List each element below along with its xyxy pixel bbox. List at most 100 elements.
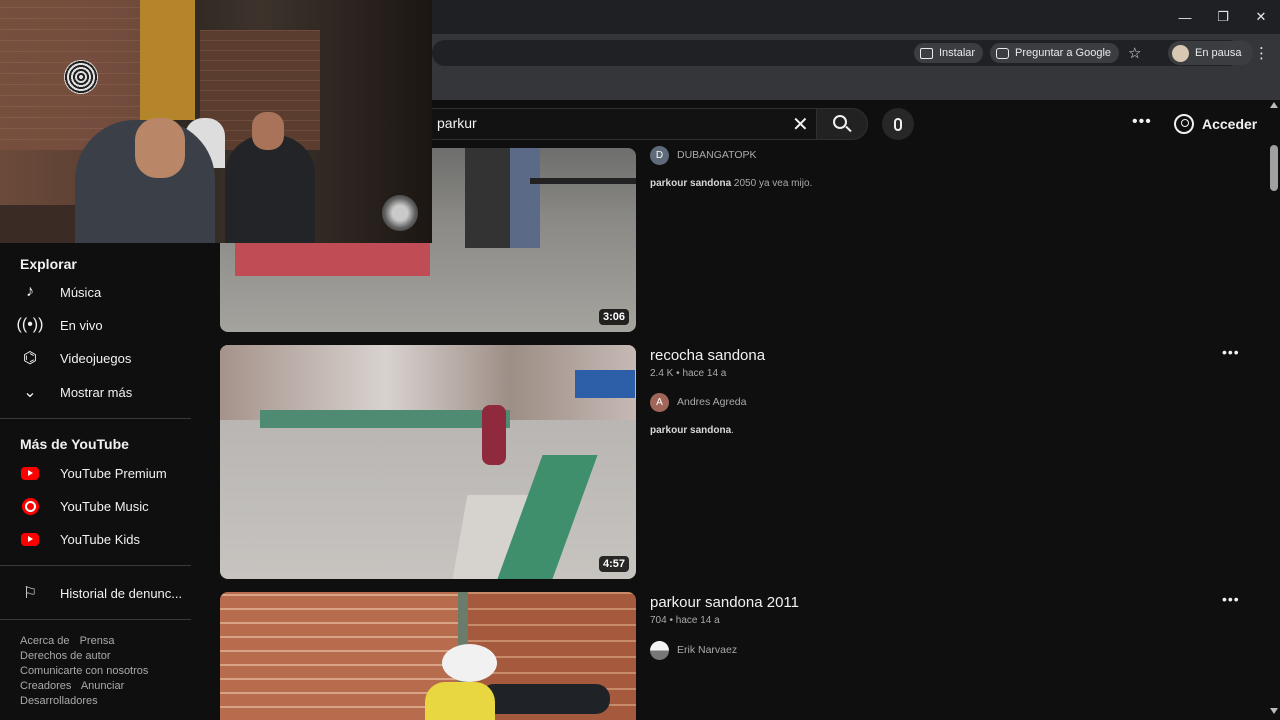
explore-title: Explorar [20, 256, 77, 272]
page-scrollbar[interactable] [1268, 100, 1280, 720]
video-more-options-icon[interactable]: ••• [1222, 591, 1240, 607]
view-count: 704 [650, 615, 667, 626]
channel-name: Erik Narvaez [677, 644, 738, 656]
channel-link[interactable]: D DUBANGATOPK [650, 145, 757, 165]
lens-icon [996, 47, 1009, 59]
sidebar-item-gaming[interactable]: ⌬ Videojuegos [0, 342, 200, 374]
sidebar-item-show-more[interactable]: ⌄ Mostrar más [0, 376, 200, 408]
sidebar-item-label: YouTube Kids [60, 531, 140, 547]
music-note-icon: ♪ [26, 283, 34, 300]
gamepad-icon: ⌬ [23, 350, 37, 367]
video-description: parkour sandona 2050 ya vea mijo. [650, 178, 812, 189]
more-youtube-title: Más de YouTube [20, 436, 129, 452]
description-highlight: parkour sandona [650, 425, 732, 436]
bookmark-star-icon[interactable]: ☆ [1128, 44, 1141, 62]
channel-avatar: A [650, 392, 669, 412]
footer-link-about[interactable]: Acerca de [20, 635, 70, 647]
search-query-text[interactable]: parkur [437, 115, 477, 131]
address-bar[interactable] [432, 40, 1242, 66]
sidebar-item-label: Mostrar más [60, 384, 133, 400]
webcam-overlay [0, 0, 432, 243]
search-icon [833, 115, 852, 133]
channel-avatar: D [650, 145, 669, 165]
scroll-down-arrow-icon[interactable] [1270, 708, 1278, 714]
search-button[interactable] [816, 108, 868, 140]
video-meta: 2.4 K • hace 14 a [650, 368, 726, 379]
profile-avatar [1172, 44, 1189, 62]
channel-name: DUBANGATOPK [677, 149, 757, 161]
browser-menu-icon[interactable]: ⋮ [1254, 44, 1269, 62]
footer-link-creators[interactable]: Creadores [20, 680, 71, 692]
microphone-icon [894, 117, 902, 131]
close-window-button[interactable]: ✕ [1242, 0, 1280, 34]
youtube-kids-icon [20, 529, 40, 549]
install-label: Instalar [939, 47, 976, 59]
video-duration: 4:57 [598, 556, 629, 572]
sidebar-divider [0, 565, 191, 566]
channel-link[interactable]: A Andres Agreda [650, 392, 746, 412]
settings-more-icon[interactable]: ••• [1132, 113, 1152, 131]
ask-google-chip[interactable]: Preguntar a Google [990, 43, 1120, 63]
video-duration: 3:06 [598, 309, 629, 325]
profile-status: En pausa [1195, 47, 1242, 59]
sidebar-divider [0, 619, 191, 620]
video-thumbnail[interactable] [220, 592, 636, 720]
footer-link-advertise[interactable]: Anunciar [81, 680, 124, 692]
sidebar-item-label: YouTube Premium [60, 465, 167, 481]
channel-name: Andres Agreda [677, 396, 747, 408]
upload-age: hace 14 a [682, 368, 727, 379]
sidebar-item-music[interactable]: ♪ Música [0, 276, 200, 308]
video-thumbnail[interactable]: 4:57 [220, 345, 636, 579]
sidebar-item-label: Música [60, 284, 102, 300]
profile-button[interactable]: En pausa [1168, 41, 1254, 65]
video-title[interactable]: parkour sandona 2011 [650, 594, 799, 611]
channel-avatar [650, 640, 669, 660]
sidebar-item-live[interactable]: ((•)) En vivo [0, 309, 200, 341]
view-count: 2.4 K [650, 368, 674, 379]
sidebar-footer: Acerca de Prensa Derechos de autor Comun… [20, 634, 155, 709]
youtube-music-icon [20, 496, 40, 516]
voice-search-button[interactable] [882, 108, 914, 140]
channel-link[interactable]: Erik Narvaez [650, 640, 737, 660]
description-text: . [731, 425, 734, 436]
sidebar-item-label: Historial de denunc... [60, 585, 183, 601]
sidebar-item-label: YouTube Music [60, 498, 149, 514]
sidebar-item-youtube-kids[interactable]: YouTube Kids [0, 523, 200, 555]
clear-search-icon[interactable]: ✕ [792, 112, 809, 137]
sidebar-item-report-history[interactable]: ⚐ Historial de denunc... [0, 577, 200, 609]
description-highlight: parkour sandona [650, 178, 732, 189]
video-more-options-icon[interactable]: ••• [1222, 344, 1240, 360]
video-title[interactable]: recocha sandona [650, 347, 765, 364]
video-description: parkour sandona. [650, 425, 734, 436]
sidebar-item-label: En vivo [60, 317, 103, 333]
scrollbar-thumb[interactable] [1270, 145, 1278, 191]
live-broadcast-icon: ((•)) [16, 316, 44, 333]
footer-link-developers[interactable]: Desarrolladores [20, 695, 98, 707]
sidebar-item-youtube-premium[interactable]: YouTube Premium [0, 457, 200, 489]
sidebar: Explorar ♪ Música ((•)) En vivo ⌬ Videoj… [0, 243, 212, 720]
meta-separator: • [669, 615, 673, 626]
minimize-button[interactable]: — [1166, 0, 1204, 34]
scroll-up-arrow-icon[interactable] [1270, 102, 1278, 108]
restore-button[interactable]: ❐ [1204, 0, 1242, 34]
chevron-down-icon: ⌄ [23, 384, 37, 401]
description-text: 2050 ya vea mijo. [731, 178, 813, 189]
sidebar-item-label: Videojuegos [60, 350, 132, 366]
footer-link-press[interactable]: Prensa [80, 635, 115, 647]
sign-in-button[interactable]: Acceder [1168, 110, 1263, 138]
footer-link-copyright[interactable]: Derechos de autor [20, 650, 111, 662]
streamer-logo-icon [382, 195, 418, 231]
sign-in-label: Acceder [1202, 116, 1258, 132]
install-icon [920, 47, 933, 59]
upload-age: hace 14 a [675, 615, 720, 626]
install-chip[interactable]: Instalar [914, 43, 984, 63]
video-meta: 704 • hace 14 a [650, 615, 720, 626]
meta-separator: • [676, 368, 680, 379]
window-controls: — ❐ ✕ [1166, 0, 1280, 34]
flag-icon: ⚐ [22, 585, 38, 602]
footer-link-contact[interactable]: Comunicarte con nosotros [20, 665, 148, 677]
account-icon [1174, 114, 1194, 134]
sidebar-item-youtube-music[interactable]: YouTube Music [0, 490, 200, 522]
youtube-premium-icon [20, 463, 40, 483]
sidebar-divider [0, 418, 191, 419]
